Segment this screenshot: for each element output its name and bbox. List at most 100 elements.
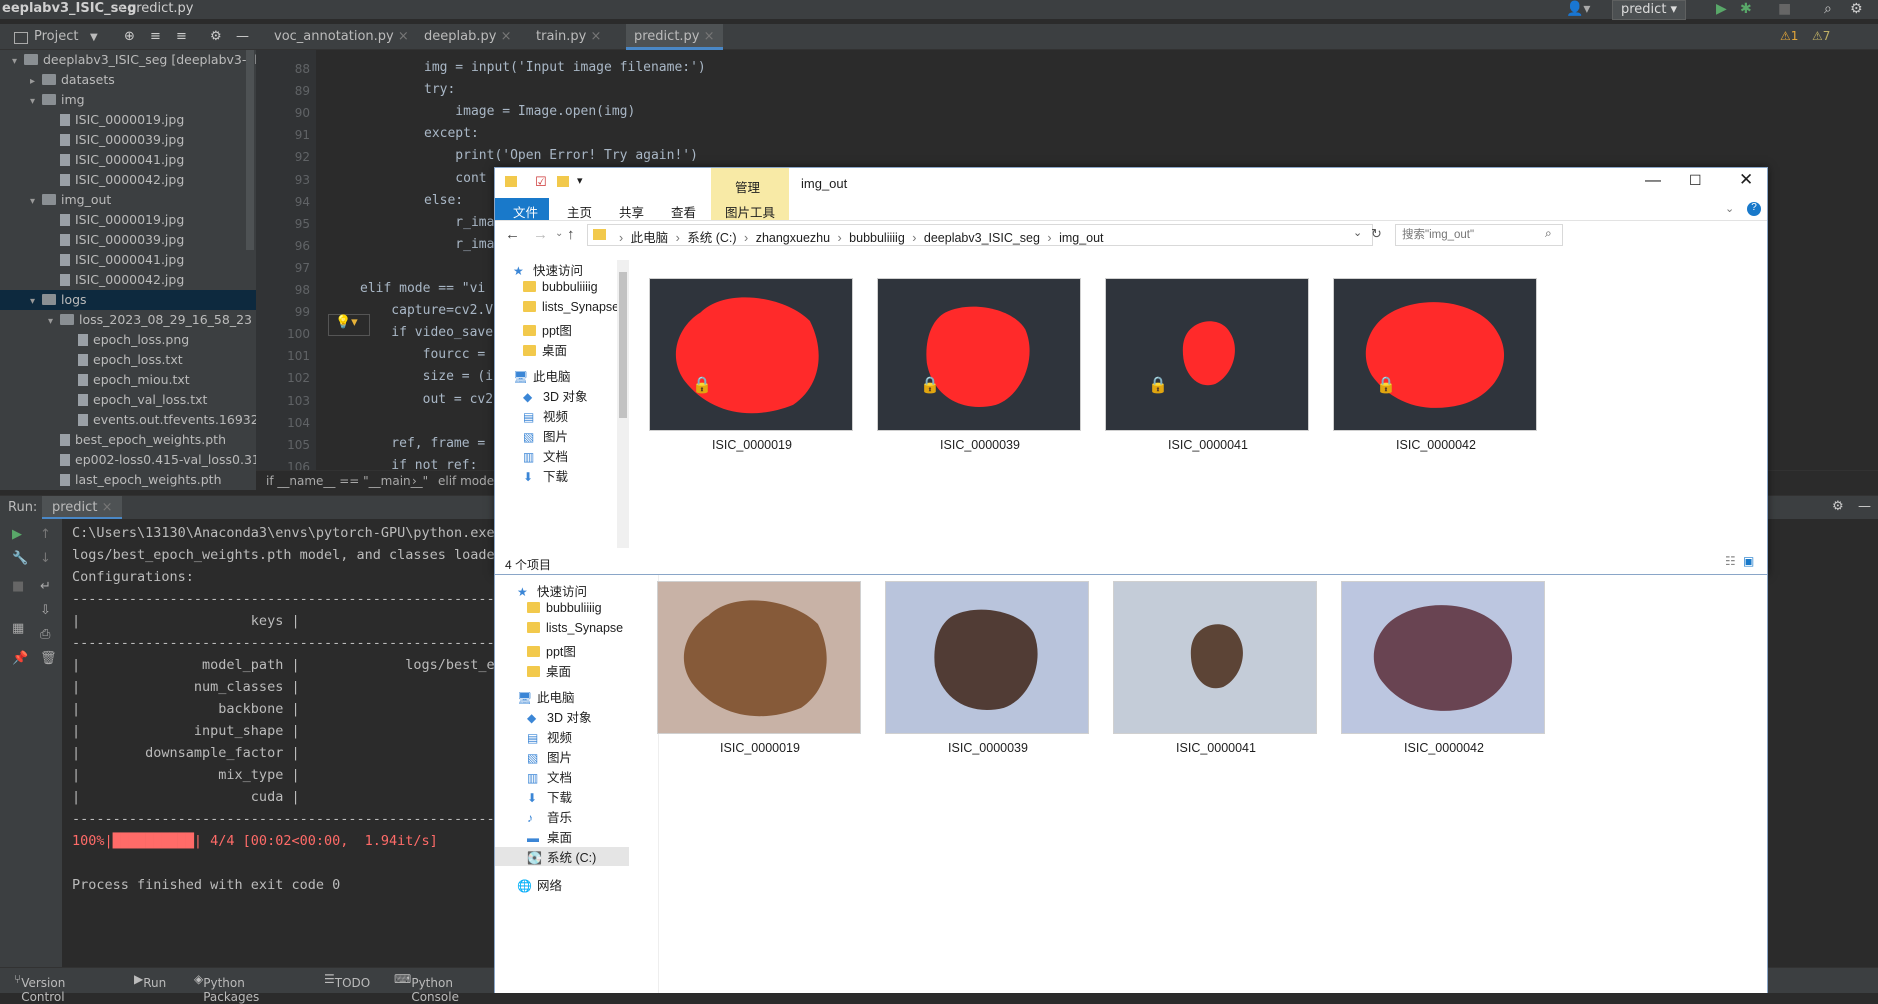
chevron-icon[interactable]: ▸ [30,72,42,92]
tree-file[interactable]: ISIC_0000041.jpg [0,150,184,170]
path-separator[interactable]: › [672,231,683,245]
tree-file[interactable]: ISIC_0000042.jpg [0,270,184,290]
tree-scrollbar[interactable] [246,50,254,250]
help-icon[interactable]: ? [1747,202,1761,216]
python-packages-button[interactable]: ◈ Python Packages [194,972,259,1004]
nav-item[interactable]: ♪ 音乐 [527,807,572,826]
todo-button[interactable]: ☰ TODO [324,972,370,990]
large-icons-view-icon[interactable]: ▣ [1743,554,1754,568]
nav-item[interactable]: ▥ 文档 [523,446,568,465]
chevron-down-icon[interactable]: ▼ [90,32,98,43]
close-icon[interactable]: ✕ [1739,170,1753,190]
user-icon[interactable]: 👤▾ [1566,1,1590,17]
nav-item[interactable]: ▤ 视频 [523,406,568,425]
path-segment[interactable]: img_out [1059,231,1103,245]
file-explorer-window[interactable]: ☑ ▾ 管理 img_out — ☐ ✕ 文件 主页 共享 查看 图片工具 ⌄ … [494,167,1768,575]
back-icon[interactable]: ← [505,226,520,243]
pin-icon[interactable]: 📌 [12,651,28,666]
chevron-icon[interactable]: ▾ [48,312,60,332]
print-icon[interactable]: ⎙ [40,627,50,642]
breadcrumb-main[interactable]: if __name__ == "__main__" [266,474,428,488]
nav-scrollbar-thumb[interactable] [619,272,627,418]
file-name-label[interactable]: ISIC_0000019 [629,438,875,452]
nav-item[interactable]: ◆ 3D 对象 [527,707,591,726]
nav-item[interactable]: 桌面 [523,340,567,359]
ribbon-tab-manage[interactable]: 管理 [735,177,760,196]
run-config-select[interactable]: predict ▾ [1612,0,1687,20]
forward-icon[interactable]: → [533,226,548,243]
nav-item[interactable]: bubbuliiiig [527,601,602,615]
refresh-icon[interactable]: ↻ [1371,226,1382,242]
tree-file[interactable]: events.out.tfevents.1693295 [0,410,275,430]
search-input[interactable] [1395,224,1563,246]
image-thumbnail[interactable]: 🔒 [877,278,1081,431]
nav-item[interactable]: ▧ 图片 [523,426,568,445]
layout-icon[interactable]: ▦ [12,621,24,636]
chevron-icon[interactable]: ▾ [30,292,42,312]
maximize-icon[interactable]: ☐ [1689,172,1702,189]
image-thumbnail[interactable]: 🔒 [1105,278,1309,431]
chevron-icon[interactable]: ▾ [30,92,42,112]
nav-item[interactable]: 🖥 此电脑 [513,366,571,385]
ribbon-tab-view[interactable]: 查看 [659,198,708,220]
scroll-end-icon[interactable]: ⇩ [40,603,51,618]
path-segment[interactable]: deeplabv3_ISIC_seg [924,231,1040,245]
ribbon-tab-share[interactable]: 共享 [607,198,656,220]
tab-deeplab[interactable]: deeplab.py × [416,24,519,50]
tree-file[interactable]: ISIC_0000019.jpg [0,110,184,130]
gear-icon[interactable]: ⚙ [1832,499,1844,514]
path-separator[interactable]: › [741,231,752,245]
run-icon[interactable]: ▶ [1716,1,1727,17]
path-segment[interactable]: 此电脑 [631,231,669,245]
tree-folder[interactable]: ▾ img_out [0,190,111,210]
nav-item[interactable]: ◆ 3D 对象 [523,386,587,405]
hide-icon[interactable]: — [1858,499,1871,514]
down-icon[interactable]: ↓ [40,551,51,566]
tree-file[interactable]: ISIC_0000041.jpg [0,250,184,270]
nav-item[interactable]: 💽 系统 (C:) [495,847,629,866]
nav-item[interactable]: ▥ 文档 [527,767,572,786]
run-tool-button[interactable]: ▶ Run [134,972,166,990]
warning-count[interactable]: ⚠1 [1780,29,1798,43]
nav-item[interactable]: 🌐 网络 [517,875,562,894]
up-icon[interactable]: ↑ [40,527,51,542]
intention-bulb-icon[interactable]: 💡▾ [328,314,370,336]
chevron-icon[interactable]: ▾ [30,192,42,212]
stop-icon[interactable]: ■ [12,579,24,594]
new-folder-icon[interactable] [557,176,569,187]
image-thumbnail[interactable]: 🔒 [649,278,853,431]
tree-file[interactable]: ISIC_0000039.jpg [0,130,184,150]
nav-item[interactable]: 🖥 此电脑 [517,687,575,706]
expand-all-icon[interactable]: ≡ [150,29,161,44]
nav-item[interactable]: ⬇ 下载 [523,466,568,485]
weak-warning-count[interactable]: ⚠7 [1812,29,1830,43]
tree-file[interactable]: ISIC_0000019.jpg [0,210,184,230]
tab-voc-annotation[interactable]: voc_annotation.py × [266,24,417,50]
gear-icon[interactable]: ⚙ [210,29,222,44]
nav-item[interactable]: ★ 快速访问 [517,581,587,600]
tree-file[interactable]: epoch_loss.txt [0,350,183,370]
nav-item[interactable]: ★ 快速访问 [513,260,583,279]
chevron-icon[interactable]: ▾ [12,52,24,72]
details-view-icon[interactable]: ☷ [1725,554,1736,568]
file-name-label[interactable]: ISIC_0000042 [1313,438,1559,452]
search-icon[interactable]: ⌕ [1545,226,1552,241]
tree-folder[interactable]: ▾ img [0,90,85,110]
tree-file[interactable]: ep002-loss0.415-val_loss0.313 [0,450,268,470]
rerun-icon[interactable]: ▶ [12,527,22,542]
wrench-icon[interactable]: 🔧 [12,551,28,566]
path-separator[interactable]: › [834,231,845,245]
nav-item[interactable]: bubbuliiiig [523,280,598,294]
nav-item[interactable]: ppt图 [523,320,572,339]
image-thumbnail[interactable]: 🔒 [1333,278,1537,431]
stop-icon[interactable]: ■ [1778,1,1791,17]
ribbon-tab-home[interactable]: 主页 [555,198,604,220]
expand-ribbon-icon[interactable]: ⌄ [1725,202,1734,215]
python-console-button[interactable]: ⌨ Python Console [394,972,459,1004]
ribbon-tab-file[interactable]: 文件 [501,198,550,220]
tree-file[interactable]: last_epoch_weights.pth [0,470,222,490]
collapse-all-icon[interactable]: ≡ [176,29,187,44]
path-separator[interactable]: › [1044,231,1055,245]
path-separator[interactable]: › [619,231,627,245]
tree-file[interactable]: epoch_val_loss.txt [0,390,207,410]
